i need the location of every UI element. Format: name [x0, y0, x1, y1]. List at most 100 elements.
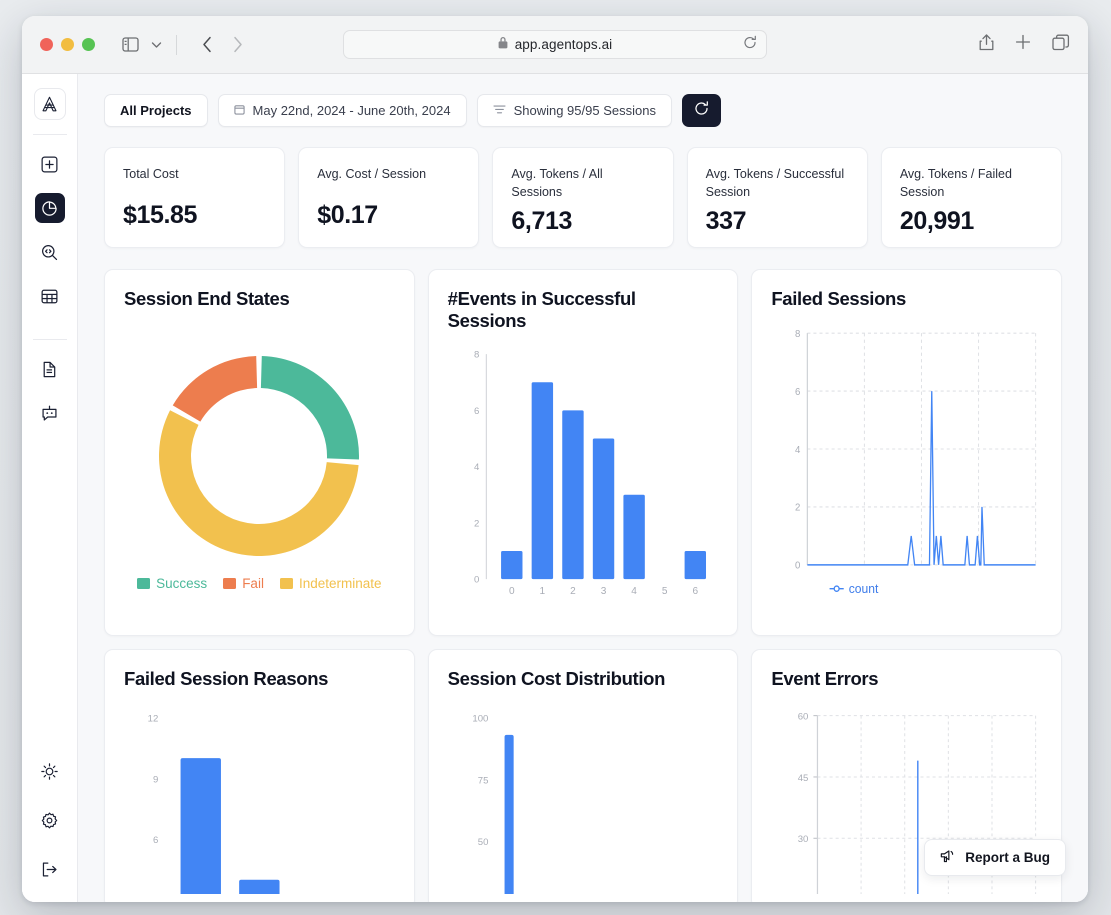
svg-text:2: 2	[474, 518, 479, 529]
bar-chart-failed-reasons[interactable]: 36912	[124, 698, 395, 902]
address-bar[interactable]: app.agentops.ai	[343, 30, 767, 59]
bar-chart-cost-distribution[interactable]: 255075100	[448, 698, 719, 902]
svg-text:5: 5	[662, 586, 668, 597]
bar-chart-svg: 0 2 4 6 8 0 1 2 3 4 5 6	[474, 349, 706, 597]
bar-chart-svg: 36912	[148, 713, 280, 902]
date-range-picker[interactable]: May 22nd, 2024 - June 20th, 2024	[217, 94, 467, 127]
svg-text:50: 50	[477, 837, 488, 848]
stat-label: Total Cost	[123, 167, 179, 181]
card-events-in-successful-sessions: #Events in Successful Sessions 0 2 4 6 8 0 1 2 3…	[427, 269, 739, 636]
svg-text:4: 4	[474, 462, 480, 473]
sidebar-item-logout[interactable]	[35, 854, 65, 884]
card-title: #Events in Successful Sessions	[447, 288, 636, 331]
sidebar-divider-mid	[32, 339, 67, 340]
lock-icon	[498, 36, 508, 54]
sidebar-toggle-icon[interactable]	[117, 32, 143, 58]
legend-item-fail[interactable]: Fail	[223, 576, 264, 591]
window-controls	[40, 38, 95, 51]
refresh-icon	[694, 100, 709, 121]
legend-item-indeterminate[interactable]: Indeterminate	[279, 576, 382, 591]
calendar-icon	[233, 103, 245, 118]
chart-row-1: Session End States Success Fail Indeterm…	[104, 269, 1063, 636]
close-window-button[interactable]	[40, 38, 53, 51]
card-title: Failed Session Reasons	[124, 668, 329, 689]
bar-chart-events[interactable]: 0 2 4 6 8 0 1 2 3 4 5 6	[448, 340, 719, 621]
svg-text:0: 0	[474, 574, 479, 585]
dashboard-toolbar: All Projects May 22nd, 2024 - June 20th,…	[104, 94, 1062, 127]
plus-icon[interactable]	[1015, 34, 1031, 55]
sidebar-divider-top	[32, 134, 67, 135]
legend-swatch	[223, 577, 237, 589]
tab-overview-icon[interactable]	[1052, 34, 1070, 56]
forward-chevron-icon[interactable]	[224, 32, 250, 58]
legend-swatch	[279, 577, 293, 589]
stat-card-avg-tokens-all: Avg. Tokens / All Sessions 6,713	[492, 147, 674, 248]
report-bug-button[interactable]: Report a Bug	[924, 839, 1066, 876]
svg-text:2: 2	[570, 586, 576, 597]
sidebar-item-chat-support[interactable]	[35, 398, 65, 428]
sidebar-item-analytics[interactable]	[34, 193, 65, 223]
sidebar-item-sessions-table[interactable]	[35, 281, 65, 311]
browser-window: app.agentops.ai All Projects May 22nd, 2…	[22, 16, 1088, 902]
svg-text:6: 6	[692, 586, 698, 597]
stat-value: 6,713	[511, 207, 572, 236]
line-chart-failed-sessions[interactable]: 0 2 4 6 8 count	[771, 318, 1042, 621]
filter-icon	[493, 103, 506, 118]
stat-label: Avg. Tokens / Failed Session	[899, 167, 1012, 200]
sidebar-item-new-project[interactable]	[35, 149, 65, 179]
svg-text:1: 1	[539, 586, 545, 597]
stat-value: 337	[705, 207, 747, 236]
donut-chart[interactable]: Success Fail Indeterminate	[124, 310, 395, 621]
sessions-filter-label: Showing 95/95 Sessions	[513, 103, 656, 118]
card-title: Session Cost Distribution	[447, 668, 666, 689]
sidebar-item-docs[interactable]	[35, 354, 65, 384]
svg-text:8: 8	[474, 349, 479, 360]
sidebar-item-settings[interactable]	[35, 805, 65, 835]
legend-item-success[interactable]: Success	[137, 576, 207, 591]
sessions-filter[interactable]: Showing 95/95 Sessions	[476, 94, 672, 127]
svg-text:30: 30	[798, 834, 809, 845]
reload-icon[interactable]	[743, 35, 757, 54]
date-range-label: May 22nd, 2024 - June 20th, 2024	[252, 103, 451, 118]
stat-value: $0.17	[317, 201, 378, 229]
card-session-cost-distribution: Session Cost Distribution 255075100	[427, 649, 739, 902]
megaphone-icon	[940, 849, 956, 867]
card-failed-session-reasons: Failed Session Reasons 36912	[104, 649, 415, 902]
svg-text:4: 4	[631, 586, 637, 597]
url-text: app.agentops.ai	[514, 37, 613, 52]
stat-card-total-cost: Total Cost $15.85	[104, 147, 286, 248]
svg-text:6: 6	[795, 386, 801, 397]
project-selector-label: All Projects	[120, 103, 192, 118]
chevron-down-icon[interactable]	[143, 32, 169, 58]
svg-text:100: 100	[472, 713, 488, 724]
stat-label: Avg. Tokens / All Sessions	[511, 167, 603, 200]
svg-text:4: 4	[795, 444, 801, 455]
svg-text:75: 75	[477, 775, 488, 786]
browser-titlebar: app.agentops.ai	[22, 16, 1088, 74]
legend-label: Success	[156, 575, 208, 591]
maximize-window-button[interactable]	[82, 38, 95, 51]
agentops-logo-icon[interactable]	[33, 88, 66, 120]
svg-text:6: 6	[153, 835, 158, 846]
app-body: All Projects May 22nd, 2024 - June 20th,…	[22, 74, 1088, 902]
card-title: Failed Sessions	[771, 288, 906, 309]
stat-label: Avg. Tokens / Successful Session	[705, 167, 845, 200]
app-sidebar	[22, 74, 78, 902]
project-selector[interactable]: All Projects	[104, 94, 208, 127]
svg-text:0: 0	[795, 560, 801, 571]
stat-card-avg-tokens-failed: Avg. Tokens / Failed Session 20,991	[880, 147, 1063, 248]
minimize-window-button[interactable]	[61, 38, 74, 51]
svg-text:0: 0	[509, 586, 515, 597]
sidebar-item-theme-toggle[interactable]	[35, 756, 65, 786]
sidebar-item-session-drilldown[interactable]	[35, 237, 65, 267]
stat-label: Avg. Cost / Session	[317, 167, 427, 181]
svg-text:12: 12	[148, 713, 159, 724]
stat-card-avg-cost-session: Avg. Cost / Session $0.17	[298, 147, 480, 248]
sidebar-bottom-group	[35, 756, 65, 888]
stat-card-row: Total Cost $15.85 Avg. Cost / Session $0…	[104, 147, 1063, 248]
back-chevron-icon[interactable]	[194, 32, 220, 58]
share-icon[interactable]	[979, 33, 994, 56]
dashboard-content: All Projects May 22nd, 2024 - June 20th,…	[78, 74, 1088, 902]
toolbar-divider	[176, 34, 177, 55]
refresh-button[interactable]	[681, 94, 721, 127]
